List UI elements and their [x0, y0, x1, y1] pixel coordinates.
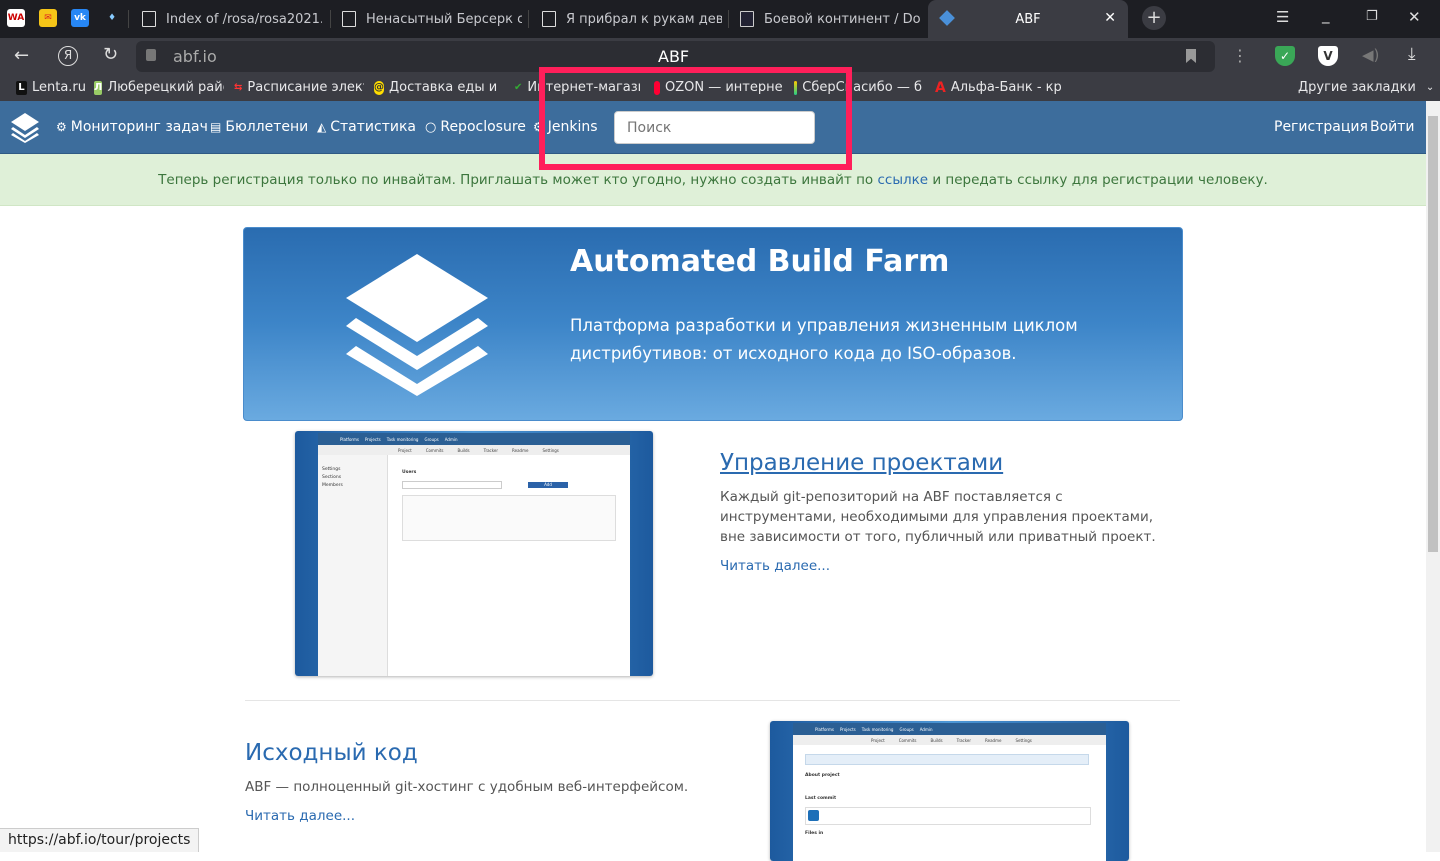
minimize-button[interactable]: _	[1322, 6, 1330, 24]
invite-link[interactable]: ссылке	[877, 172, 928, 188]
bookmark[interactable]: @Доставка еды и пр	[374, 80, 502, 95]
page-title: ABF	[658, 47, 690, 66]
bookmark[interactable]: ⇆ Расписание элект	[234, 80, 364, 95]
back-icon[interactable]: ←	[14, 45, 29, 66]
tab-pinned-vk[interactable]: vk	[71, 9, 89, 27]
tab-label: Боевой континент / Dou lu	[764, 11, 920, 27]
register-link[interactable]: Регистрация	[1274, 119, 1368, 135]
section-title-projects[interactable]: Управление проектами	[720, 450, 1003, 476]
bookmark[interactable]: A Альфа-Банк - кре	[935, 80, 1061, 95]
source-screenshot: Platforms Projects Task monitoring Groups Ad…	[770, 721, 1129, 861]
document-icon	[142, 11, 156, 27]
abf-layers-logo-icon	[346, 254, 488, 396]
url-text[interactable]: abf.io	[173, 47, 217, 66]
tab-label: Index of /rosa/rosa2021.1/	[166, 11, 322, 27]
hero-banner: Automated Build Farm Платформа разработк…	[243, 227, 1183, 421]
other-bookmarks[interactable]: Другие закладки ⌄	[1298, 80, 1434, 95]
abf-favicon-icon	[939, 10, 955, 26]
scrollbar-thumb[interactable]	[1428, 116, 1438, 552]
section-title-source[interactable]: Исходный код	[245, 740, 418, 766]
section-text: ABF — полноценный git-хостинг с удобным …	[245, 779, 689, 795]
hero-title: Automated Build Farm	[570, 244, 950, 279]
section-text: Каждый git-репозиторий на ABF поставляет…	[720, 489, 1156, 545]
app-icon	[740, 11, 754, 27]
yandex-icon[interactable]: Я	[58, 46, 78, 66]
close-tab-icon[interactable]: ✕	[1104, 10, 1116, 26]
vpn-icon[interactable]: V	[1318, 46, 1338, 66]
tab-label: Я прибрал к рукам девушк	[566, 11, 722, 27]
tab[interactable]: Index of /rosa/rosa2021.1/	[142, 4, 322, 34]
read-more-link[interactable]: Читать далее...	[720, 558, 830, 574]
document-icon	[342, 11, 356, 27]
tab-pinned-dot[interactable]: ♦	[103, 9, 121, 27]
adguard-icon[interactable]: ✓	[1275, 46, 1295, 66]
lock-icon	[146, 49, 156, 61]
nav-task-monitoring[interactable]: ⚙ Мониторинг задач	[56, 119, 208, 135]
hero-text: Платформа разработки и управления жизнен…	[570, 316, 1078, 363]
bookmark[interactable]: Л Люберецкий райо	[94, 80, 224, 95]
download-icon[interactable]: ⤓	[1408, 44, 1416, 64]
tab[interactable]: Боевой континент / Dou lu	[740, 4, 920, 34]
tab[interactable]: Я прибрал к рукам девушк	[542, 4, 722, 34]
new-tab-button[interactable]: +	[1142, 6, 1166, 30]
chart-icon: ◭	[317, 120, 327, 134]
nav-repoclosure[interactable]: ○ Repoclosure	[425, 119, 526, 135]
tab-active[interactable]: ABF ✕	[928, 0, 1128, 38]
newspaper-icon: ▤	[210, 120, 222, 134]
read-more-link[interactable]: Читать далее...	[245, 808, 355, 824]
projects-screenshot: Platforms Projects Task monitoring Groups Ad…	[295, 431, 653, 676]
tab-label: Ненасытный Берсерк смо	[366, 11, 522, 27]
more-icon[interactable]: ⋮	[1232, 46, 1248, 65]
close-window-button[interactable]: ✕	[1408, 8, 1421, 26]
tab-bar: WA ✉ vk ♦ Index of /rosa/rosa2021.1/ Нен…	[0, 0, 1440, 38]
highlight-annotation	[539, 67, 852, 170]
divider	[245, 700, 1180, 701]
abf-logo-icon[interactable]	[9, 111, 41, 143]
nav-bulletins[interactable]: ▤ Бюллетени	[210, 119, 308, 135]
tab[interactable]: Ненасытный Берсерк смо	[342, 4, 522, 34]
restore-button[interactable]: ❐	[1366, 9, 1378, 24]
reload-icon[interactable]: ↻	[103, 44, 118, 65]
document-icon	[542, 11, 556, 27]
tab-pinned-wa[interactable]: WA	[7, 9, 25, 27]
nav-statistics[interactable]: ◭ Статистика	[317, 119, 416, 135]
login-link[interactable]: Войти	[1370, 119, 1415, 135]
menu-icon[interactable]: ☰	[1276, 8, 1289, 26]
speaker-icon[interactable]: ◀)	[1362, 46, 1379, 64]
status-bar-url: https://abf.io/tour/projects	[0, 828, 200, 852]
bookmark[interactable]: L Lenta.ru	[16, 80, 86, 95]
circle-icon: ○	[425, 119, 437, 135]
tab-label: ABF	[1015, 11, 1041, 27]
tab-pinned-mail[interactable]: ✉	[39, 9, 57, 27]
gears-icon: ⚙	[56, 120, 67, 134]
bookmark-icon[interactable]	[1186, 49, 1196, 63]
